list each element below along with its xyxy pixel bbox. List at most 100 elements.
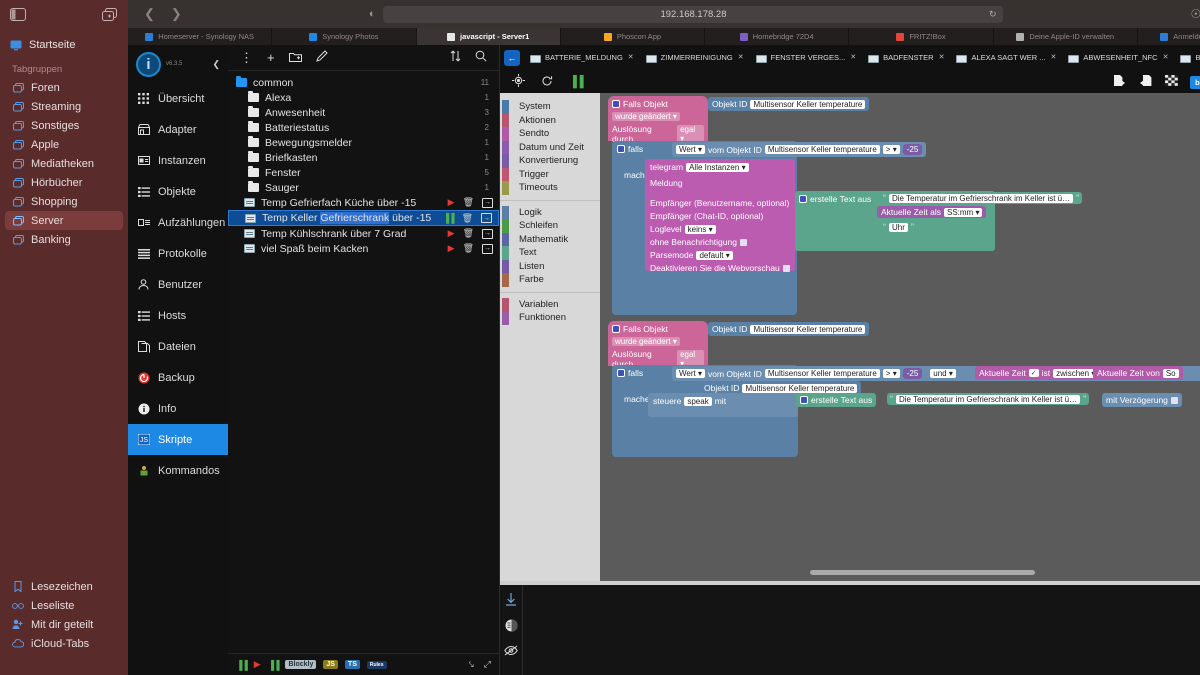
- filter-paused-icon[interactable]: ▐▐: [236, 660, 247, 670]
- sidebar-item-uebersicht[interactable]: Übersicht: [128, 83, 228, 114]
- sidebar-item-dateien[interactable]: Dateien: [128, 331, 228, 362]
- sidebar-item-leseliste[interactable]: Leseliste: [0, 596, 128, 615]
- script-tab[interactable]: ALEXA SAGT WER ...✕: [950, 53, 1062, 63]
- block-objekt-id-1[interactable]: Objekt ID Multisensor Keller temperature: [708, 97, 869, 111]
- toolbox-category-farbe[interactable]: Farbe: [500, 273, 600, 287]
- tree-row-folder-alexa[interactable]: Alexa 1: [228, 90, 499, 105]
- new-folder-icon[interactable]: [289, 50, 302, 65]
- operator-dropdown[interactable]: > ▾: [883, 145, 900, 154]
- sidebar-item-startseite[interactable]: Startseite: [0, 34, 128, 56]
- delete-script-icon[interactable]: 🗑: [463, 243, 474, 254]
- threshold-value[interactable]: -25: [903, 144, 923, 155]
- compare-object-value[interactable]: Multisensor Keller temperature: [765, 145, 880, 154]
- tree-row-script[interactable]: Temp Kühlschrank über 7 Grad ▶ 🗑 →: [228, 226, 499, 241]
- checkered-flag-icon[interactable]: [1165, 75, 1178, 89]
- toolbox-category-listen[interactable]: Listen: [500, 260, 600, 274]
- sidebar-item-backup[interactable]: Backup: [128, 362, 228, 393]
- sidebar-item-objekte[interactable]: Objekte: [128, 176, 228, 207]
- privacy-shield-icon[interactable]: ◐: [369, 8, 376, 20]
- open-script-icon[interactable]: →: [482, 198, 493, 208]
- threshold-value[interactable]: -25: [903, 368, 923, 379]
- browser-tab[interactable]: FRITZ!Box: [849, 28, 993, 45]
- toolbox-category-sendto[interactable]: Sendto: [500, 127, 600, 141]
- search-icon[interactable]: [475, 50, 487, 65]
- block-control-speak[interactable]: steuere speak mit: [648, 393, 798, 417]
- new-tab-group-icon[interactable]: [102, 8, 118, 22]
- block-text-join-2[interactable]: erstelle Text aus: [796, 393, 876, 407]
- sidebar-toggle-icon[interactable]: [10, 8, 26, 22]
- tree-row-folder-fenster[interactable]: Fenster 5: [228, 165, 499, 180]
- export-blocks-icon[interactable]: [1113, 74, 1127, 90]
- run-script-icon[interactable]: ▶: [448, 228, 455, 239]
- close-icon[interactable]: ✕: [1163, 53, 1169, 61]
- sidebar-item-server[interactable]: Server: [5, 211, 123, 230]
- delete-script-icon[interactable]: 🗑: [462, 213, 473, 224]
- value-dropdown[interactable]: Wert ▾: [676, 369, 705, 378]
- sidebar-item-hoerbuecher[interactable]: Hörbücher: [0, 173, 128, 192]
- delete-script-icon[interactable]: 🗑: [463, 228, 474, 239]
- sidebar-item-skripte[interactable]: JS Skripte: [128, 424, 228, 455]
- toolbox-category-timeouts[interactable]: Timeouts: [500, 181, 600, 195]
- sidebar-item-apple[interactable]: Apple: [0, 135, 128, 154]
- control-target-value[interactable]: speak: [684, 397, 711, 406]
- toolbox-category-logik[interactable]: Logik: [500, 206, 600, 220]
- close-icon[interactable]: ✕: [738, 53, 744, 61]
- silent-checkbox[interactable]: [740, 239, 747, 246]
- toolbox-category-konvertierung[interactable]: Konvertierung: [500, 154, 600, 168]
- block-change-mode-dropdown[interactable]: wurde geändert ▾: [612, 112, 680, 121]
- sidebar-item-mit-dir-geteilt[interactable]: Mit dir geteilt: [0, 615, 128, 634]
- value-dropdown[interactable]: Wert ▾: [676, 145, 705, 154]
- objekt-id-value[interactable]: Multisensor Keller temperature: [742, 384, 857, 393]
- time-from-value[interactable]: So: [1163, 369, 1179, 378]
- tree-row-script[interactable]: viel Spaß beim Kacken ▶ 🗑 →: [228, 241, 499, 256]
- reload-icon[interactable]: [541, 75, 553, 90]
- block-trigger-1[interactable]: Falls Objekt wurde geändert ▾ Auslösung …: [608, 96, 708, 141]
- browser-tab[interactable]: Phoscon App: [561, 28, 705, 45]
- filter-blockly-badge[interactable]: Blockly: [285, 660, 316, 669]
- sidebar-item-adapter[interactable]: Adapter: [128, 114, 228, 145]
- close-icon[interactable]: ✕: [850, 53, 856, 61]
- block-delay[interactable]: mit Verzögerung: [1102, 393, 1182, 407]
- delete-script-icon[interactable]: 🗑: [463, 197, 474, 208]
- between-dropdown[interactable]: zwischen ▾: [1053, 369, 1098, 378]
- sort-icon[interactable]: [450, 50, 461, 65]
- script-tab[interactable]: BATTERIE_MELDUNG✕: [524, 53, 640, 63]
- filter-ts-badge[interactable]: TS: [345, 660, 360, 669]
- objekt-id-value[interactable]: Multisensor Keller temperature: [750, 100, 865, 109]
- arrow-left-icon[interactable]: ←: [504, 50, 520, 66]
- contrast-icon[interactable]: [505, 619, 518, 635]
- script-tab[interactable]: BADFENSTER✕: [862, 53, 950, 63]
- address-bar[interactable]: 192.168.178.28 ↻: [383, 6, 1003, 23]
- delay-checkbox[interactable]: [1171, 397, 1178, 404]
- extensions-icon[interactable]: ☉: [1191, 7, 1200, 21]
- text-value[interactable]: Die Temperatur im Gefrierschrank im Kell…: [889, 194, 1073, 203]
- text-value[interactable]: Uhr: [889, 223, 908, 232]
- filter-running-icon[interactable]: ▶: [254, 659, 261, 670]
- sidebar-item-hosts[interactable]: Hosts: [128, 300, 228, 331]
- browser-tab[interactable]: Synology Photos: [272, 28, 416, 45]
- sidebar-item-sonstiges[interactable]: Sonstiges: [0, 116, 128, 135]
- block-current-time-1[interactable]: Aktuelle Zeit als SS:mm ▾: [877, 206, 986, 218]
- block-telegram-1[interactable]: telegram Alle Instanzen ▾ Meldung Empfän…: [645, 159, 795, 271]
- run-script-icon[interactable]: ▶: [448, 243, 455, 254]
- open-script-icon[interactable]: →: [482, 229, 493, 239]
- browser-tab[interactable]: Anmeldung bei MyFRITZ!: [1138, 28, 1200, 45]
- tree-row-folder-anwesenheit[interactable]: Anwesenheit 3: [228, 105, 499, 120]
- block-change-mode-dropdown[interactable]: wurde geändert ▾: [612, 337, 680, 346]
- sidebar-item-aufzaehlungen[interactable]: Aufzählungen: [128, 207, 228, 238]
- sidebar-item-kommandos[interactable]: Kommandos: [128, 455, 228, 486]
- block-trigger-2[interactable]: Falls Objekt wurde geändert ▾ Auslösung …: [608, 321, 708, 366]
- pencil-icon[interactable]: [316, 50, 328, 65]
- sidebar-item-foren[interactable]: Foren: [0, 78, 128, 97]
- toolbox-category-variablen[interactable]: Variablen: [500, 298, 600, 312]
- eye-off-icon[interactable]: [504, 645, 518, 659]
- toolbox-category-schleifen[interactable]: Schleifen: [500, 219, 600, 233]
- text-value[interactable]: Die Temperatur im Gefrierschrank im Kell…: [896, 395, 1080, 404]
- close-icon[interactable]: ✕: [1051, 53, 1057, 61]
- editor-mode-switch[interactable]: blockly JS: [1190, 76, 1200, 89]
- block-text-1[interactable]: “ Die Temperatur im Gefrierschrank im Ke…: [880, 192, 1082, 204]
- import-blocks-icon[interactable]: [1139, 74, 1153, 90]
- script-tab[interactable]: ZIMMERREINIGUNG✕: [640, 53, 750, 63]
- reload-icon[interactable]: ↻: [989, 9, 997, 20]
- close-icon[interactable]: ✕: [628, 53, 634, 61]
